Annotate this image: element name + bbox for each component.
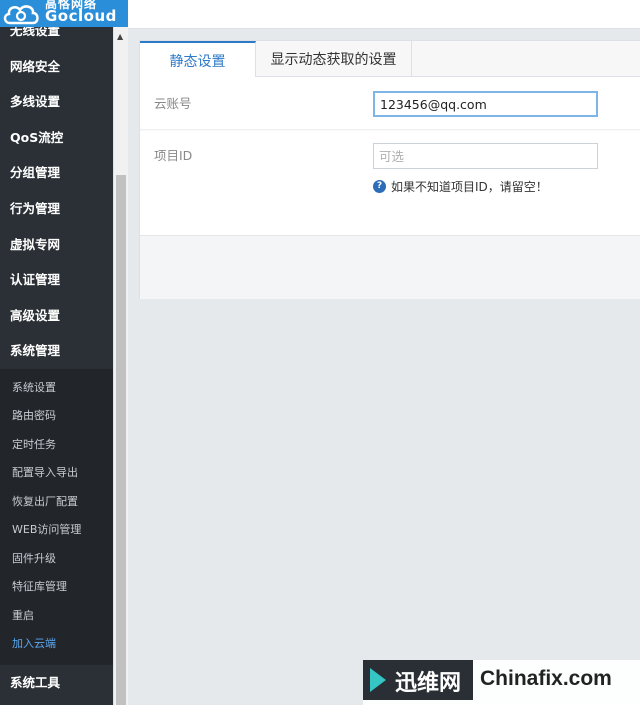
watermark-arrow-icon bbox=[370, 668, 386, 692]
sidebar-scrollbar[interactable]: ▲ bbox=[113, 27, 128, 705]
submenu-item-web-access[interactable]: WEB访问管理 bbox=[0, 516, 113, 545]
project-id-input[interactable] bbox=[373, 143, 598, 169]
account-input[interactable] bbox=[373, 91, 598, 117]
sidebar-item-network-security[interactable]: 网络安全 bbox=[0, 49, 113, 85]
sidebar-item-system-tools[interactable]: 系统工具 bbox=[0, 665, 113, 701]
sidebar-item-advanced[interactable]: 高级设置 bbox=[0, 298, 113, 334]
watermark-text-en: Chinafix.com bbox=[480, 667, 612, 690]
project-id-label: 项目ID bbox=[154, 148, 193, 163]
submenu-item-scheduled-tasks[interactable]: 定时任务 bbox=[0, 431, 113, 460]
hint-text: 如果不知道项目ID，请留空！ bbox=[391, 180, 548, 194]
scrollbar-thumb[interactable] bbox=[116, 175, 126, 705]
account-label: 云账号 bbox=[154, 96, 192, 111]
panel-footer bbox=[140, 235, 640, 299]
submenu-item-router-password[interactable]: 路由密码 bbox=[0, 402, 113, 431]
submenu-item-signature-db[interactable]: 特征库管理 bbox=[0, 573, 113, 602]
sidebar-item-vpn[interactable]: 虚拟专网 bbox=[0, 227, 113, 263]
brand-logo: 高恪网络 Gocloud bbox=[0, 0, 128, 27]
logo-text-en: Gocloud bbox=[45, 7, 117, 25]
submenu-item-system-settings[interactable]: 系统设置 bbox=[0, 374, 113, 403]
tab-static-settings[interactable]: 静态设置 bbox=[140, 41, 256, 78]
sidebar-item-group[interactable]: 分组管理 bbox=[0, 155, 113, 191]
sidebar-item-system[interactable]: 系统管理 bbox=[0, 333, 113, 369]
sidebar-item-qos[interactable]: QoS流控 bbox=[0, 120, 113, 156]
scroll-up-arrow-icon[interactable]: ▲ bbox=[117, 32, 123, 41]
sidebar: 无线设置 网络安全 多线设置 QoS流控 分组管理 行为管理 虚拟专网 认证管理… bbox=[0, 0, 113, 705]
top-bar bbox=[128, 0, 640, 29]
submenu-item-reboot[interactable]: 重启 bbox=[0, 602, 113, 631]
tab-dynamic-settings[interactable]: 显示动态获取的设置 bbox=[256, 41, 412, 77]
sidebar-item-multiline[interactable]: 多线设置 bbox=[0, 84, 113, 120]
sidebar-menu: 无线设置 网络安全 多线设置 QoS流控 分组管理 行为管理 虚拟专网 认证管理… bbox=[0, 13, 113, 701]
project-id-hint: ? 如果不知道项目ID，请留空！ bbox=[373, 178, 548, 195]
row-shade bbox=[140, 130, 640, 131]
watermark: 迅维网 Chinafix.com bbox=[363, 660, 640, 705]
cloud-form: 云账号 项目ID ? 如果不知道项目ID，请留空！ bbox=[140, 77, 640, 235]
submenu-item-firmware-upgrade[interactable]: 固件升级 bbox=[0, 545, 113, 574]
gocloud-logo-icon bbox=[3, 5, 39, 25]
watermark-text-cn: 迅维网 bbox=[395, 671, 462, 696]
submenu-item-config-import-export[interactable]: 配置导入导出 bbox=[0, 459, 113, 488]
system-submenu: 系统设置 路由密码 定时任务 配置导入导出 恢复出厂配置 WEB访问管理 固件升… bbox=[0, 368, 113, 665]
tab-bar: 静态设置 显示动态获取的设置 bbox=[140, 41, 640, 78]
cloud-settings-panel: 静态设置 显示动态获取的设置 云账号 项目ID ? 如果不知道项目ID，请留空！ bbox=[139, 40, 640, 299]
question-circle-icon: ? bbox=[373, 180, 386, 193]
sidebar-item-auth[interactable]: 认证管理 bbox=[0, 262, 113, 298]
submenu-item-join-cloud[interactable]: 加入云端 bbox=[0, 630, 113, 659]
watermark-logo: 迅维网 bbox=[363, 660, 473, 700]
sidebar-item-behavior[interactable]: 行为管理 bbox=[0, 191, 113, 227]
submenu-item-factory-reset[interactable]: 恢复出厂配置 bbox=[0, 488, 113, 517]
